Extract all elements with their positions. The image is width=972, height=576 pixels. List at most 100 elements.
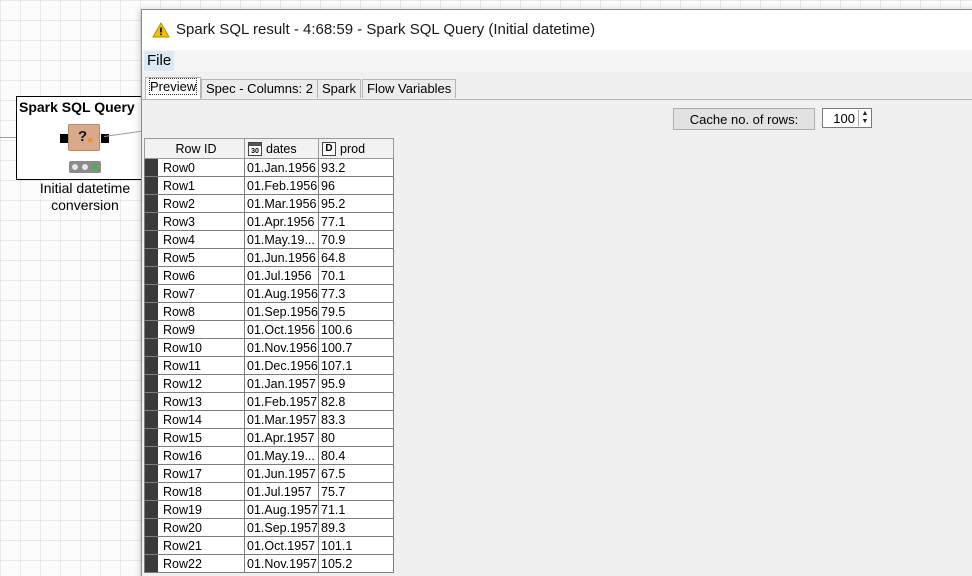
spinner-up-icon[interactable]: ▲ (858, 110, 871, 118)
prod-cell[interactable]: 80.4 (318, 446, 394, 465)
table-row[interactable]: Row14 01.Mar.1957 83.3 (144, 410, 394, 429)
table-row[interactable]: Row17 01.Jun.1957 67.5 (144, 464, 394, 483)
dates-cell[interactable]: 01.Jan.1957 (244, 374, 319, 393)
window-titlebar[interactable]: Spark SQL result - 4:68:59 - Spark SQL Q… (142, 10, 972, 50)
table-row[interactable]: Row11 01.Dec.1956 107.1 (144, 356, 394, 375)
dates-cell[interactable]: 01.May.19... (244, 446, 319, 465)
row-id-cell[interactable]: Row21 (144, 536, 245, 555)
table-row[interactable]: Row1 01.Feb.1956 96 (144, 176, 394, 195)
row-id-cell[interactable]: Row4 (144, 230, 245, 249)
prod-cell[interactable]: 64.8 (318, 248, 394, 267)
node-label[interactable]: Initial datetime conversion (20, 180, 150, 214)
dates-cell[interactable]: 01.Apr.1957 (244, 428, 319, 447)
table-row[interactable]: Row7 01.Aug.1956 77.3 (144, 284, 394, 303)
input-port[interactable] (60, 134, 68, 143)
table-row[interactable]: Row5 01.Jun.1956 64.8 (144, 248, 394, 267)
prod-cell[interactable]: 82.8 (318, 392, 394, 411)
prod-cell[interactable]: 75.7 (318, 482, 394, 501)
cache-rows-spinner[interactable]: ▲ ▼ (822, 108, 872, 128)
dates-cell[interactable]: 01.Jun.1956 (244, 248, 319, 267)
row-id-cell[interactable]: Row16 (144, 446, 245, 465)
prod-cell[interactable]: 71.1 (318, 500, 394, 519)
table-row[interactable]: Row21 01.Oct.1957 101.1 (144, 536, 394, 555)
prod-cell[interactable]: 77.1 (318, 212, 394, 231)
dates-cell[interactable]: 01.Jul.1956 (244, 266, 319, 285)
prod-cell[interactable]: 83.3 (318, 410, 394, 429)
tab-flow-variables[interactable]: Flow Variables (362, 79, 457, 98)
table-row[interactable]: Row3 01.Apr.1956 77.1 (144, 212, 394, 231)
dates-cell[interactable]: 01.Aug.1956 (244, 284, 319, 303)
row-id-cell[interactable]: Row2 (144, 194, 245, 213)
table-row[interactable]: Row2 01.Mar.1956 95.2 (144, 194, 394, 213)
prod-cell[interactable]: 70.9 (318, 230, 394, 249)
prod-cell[interactable]: 105.2 (318, 554, 394, 573)
row-id-cell[interactable]: Row12 (144, 374, 245, 393)
table-row[interactable]: Row15 01.Apr.1957 80 (144, 428, 394, 447)
column-header-prod[interactable]: D prod (318, 138, 394, 159)
dates-cell[interactable]: 01.Sep.1957 (244, 518, 319, 537)
dates-cell[interactable]: 01.Jan.1956 (244, 158, 319, 177)
menu-file[interactable]: File (144, 51, 175, 71)
table-row[interactable]: Row13 01.Feb.1957 82.8 (144, 392, 394, 411)
table-row[interactable]: Row16 01.May.19... 80.4 (144, 446, 394, 465)
row-id-cell[interactable]: Row22 (144, 554, 245, 573)
row-id-cell[interactable]: Row8 (144, 302, 245, 321)
table-row[interactable]: Row22 01.Nov.1957 105.2 (144, 554, 394, 573)
row-id-cell[interactable]: Row10 (144, 338, 245, 357)
prod-cell[interactable]: 77.3 (318, 284, 394, 303)
table-row[interactable]: Row10 01.Nov.1956 100.7 (144, 338, 394, 357)
prod-cell[interactable]: 80 (318, 428, 394, 447)
table-row[interactable]: Row19 01.Aug.1957 71.1 (144, 500, 394, 519)
prod-cell[interactable]: 89.3 (318, 518, 394, 537)
row-id-cell[interactable]: Row0 (144, 158, 245, 177)
cache-rows-button[interactable]: Cache no. of rows: (673, 108, 815, 130)
table-row[interactable]: Row18 01.Jul.1957 75.7 (144, 482, 394, 501)
dates-cell[interactable]: 01.May.19... (244, 230, 319, 249)
row-id-cell[interactable]: Row7 (144, 284, 245, 303)
prod-cell[interactable]: 67.5 (318, 464, 394, 483)
dates-cell[interactable]: 01.Nov.1957 (244, 554, 319, 573)
row-id-cell[interactable]: Row11 (144, 356, 245, 375)
dates-cell[interactable]: 01.Feb.1957 (244, 392, 319, 411)
row-id-cell[interactable]: Row18 (144, 482, 245, 501)
table-row[interactable]: Row6 01.Jul.1956 70.1 (144, 266, 394, 285)
row-id-cell[interactable]: Row14 (144, 410, 245, 429)
column-header-rowid[interactable]: Row ID (144, 138, 245, 159)
spark-sql-result-window[interactable]: Spark SQL result - 4:68:59 - Spark SQL Q… (141, 9, 972, 576)
prod-cell[interactable]: 70.1 (318, 266, 394, 285)
dates-cell[interactable]: 01.Nov.1956 (244, 338, 319, 357)
table-row[interactable]: Row0 01.Jan.1956 93.2 (144, 158, 394, 177)
prod-cell[interactable]: 79.5 (318, 302, 394, 321)
table-row[interactable]: Row8 01.Sep.1956 79.5 (144, 302, 394, 321)
dates-cell[interactable]: 01.Mar.1957 (244, 410, 319, 429)
prod-cell[interactable]: 100.7 (318, 338, 394, 357)
tab-spec-columns[interactable]: Spec - Columns: 2 (201, 79, 318, 98)
tab-spark[interactable]: Spark (317, 79, 361, 98)
dates-cell[interactable]: 01.Oct.1956 (244, 320, 319, 339)
row-id-cell[interactable]: Row5 (144, 248, 245, 267)
dates-cell[interactable]: 01.Sep.1956 (244, 302, 319, 321)
table-scroll-area[interactable]: Row ID 30 dates D prod Row0 01.Jan.1956 … (144, 138, 972, 576)
table-row[interactable]: Row9 01.Oct.1956 100.6 (144, 320, 394, 339)
dates-cell[interactable]: 01.Jun.1957 (244, 464, 319, 483)
dates-cell[interactable]: 01.Oct.1957 (244, 536, 319, 555)
row-id-cell[interactable]: Row3 (144, 212, 245, 231)
dates-cell[interactable]: 01.Apr.1956 (244, 212, 319, 231)
prod-cell[interactable]: 101.1 (318, 536, 394, 555)
prod-cell[interactable]: 107.1 (318, 356, 394, 375)
prod-cell[interactable]: 95.9 (318, 374, 394, 393)
table-row[interactable]: Row20 01.Sep.1957 89.3 (144, 518, 394, 537)
prod-cell[interactable]: 96 (318, 176, 394, 195)
prod-cell[interactable]: 93.2 (318, 158, 394, 177)
row-id-cell[interactable]: Row6 (144, 266, 245, 285)
dates-cell[interactable]: 01.Jul.1957 (244, 482, 319, 501)
dates-cell[interactable]: 01.Feb.1956 (244, 176, 319, 195)
spark-sql-node-icon[interactable]: ? ★ (68, 124, 100, 151)
dates-cell[interactable]: 01.Aug.1957 (244, 500, 319, 519)
row-id-cell[interactable]: Row15 (144, 428, 245, 447)
prod-cell[interactable]: 100.6 (318, 320, 394, 339)
dates-cell[interactable]: 01.Dec.1956 (244, 356, 319, 375)
table-row[interactable]: Row4 01.May.19... 70.9 (144, 230, 394, 249)
row-id-cell[interactable]: Row20 (144, 518, 245, 537)
row-id-cell[interactable]: Row17 (144, 464, 245, 483)
